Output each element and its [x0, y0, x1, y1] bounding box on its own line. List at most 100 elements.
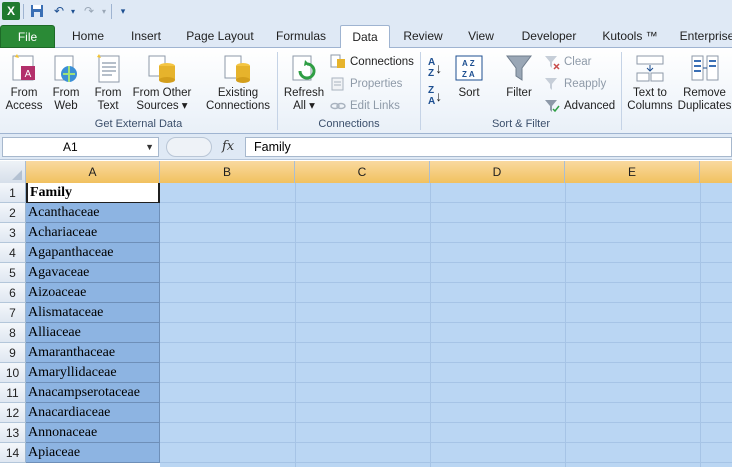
- down-arrow-icon: ↓: [435, 88, 443, 104]
- row-header[interactable]: 4: [0, 243, 26, 263]
- column-header-c[interactable]: C: [295, 161, 430, 183]
- column-header-a[interactable]: A: [26, 161, 160, 183]
- group-label-get-external-data: Get External Data: [94, 118, 183, 130]
- gridline: [160, 342, 732, 343]
- text-to-columns-icon: [635, 52, 665, 84]
- chevron-down-icon[interactable]: ▼: [145, 138, 154, 156]
- tab-insert[interactable]: Insert: [118, 25, 174, 48]
- save-icon[interactable]: [28, 2, 46, 20]
- from-other-label-2: Sources ▾: [136, 100, 188, 112]
- refresh-icon: [289, 52, 319, 84]
- tab-kutools[interactable]: Kutools ™: [594, 25, 666, 48]
- row-header[interactable]: 1: [0, 183, 26, 203]
- refresh-all-button[interactable]: Refresh All ▾: [282, 50, 326, 113]
- web-globe-icon: [51, 52, 81, 84]
- from-web-button[interactable]: From Web: [46, 50, 86, 113]
- properties-button[interactable]: Properties: [330, 74, 402, 94]
- gridline: [160, 202, 732, 203]
- formula-bar: A1 ▼ fx Family: [0, 134, 732, 160]
- edit-links-button[interactable]: Edit Links: [330, 96, 400, 116]
- svg-text:A: A: [25, 69, 32, 80]
- cell-column-a[interactable]: Alliaceae: [26, 323, 160, 343]
- worksheet-grid[interactable]: A B C D E 1 Family 2 Acanthaceae 3 Achariacea…: [0, 161, 732, 467]
- funnel-icon: [504, 52, 534, 84]
- excel-logo-icon[interactable]: X: [2, 2, 20, 20]
- row-header[interactable]: 13: [0, 423, 26, 443]
- existing-connections-button[interactable]: Existing Connections: [202, 50, 274, 113]
- column-header-f[interactable]: [700, 161, 732, 183]
- column-headers: A B C D E: [0, 161, 732, 183]
- cell-column-a[interactable]: Aizoaceae: [26, 283, 160, 303]
- sort-button[interactable]: A Z Z A Sort: [450, 50, 488, 100]
- formula-input[interactable]: Family: [245, 137, 732, 157]
- cell-a1-header[interactable]: Family: [26, 183, 160, 203]
- gridline: [160, 382, 732, 383]
- chain-link-icon: [330, 98, 346, 114]
- row-header[interactable]: 9: [0, 343, 26, 363]
- sort-label: Sort: [458, 87, 480, 99]
- clear-filter-button[interactable]: Clear: [544, 52, 591, 72]
- row-header[interactable]: 3: [0, 223, 26, 243]
- cell-column-a[interactable]: Achariaceae: [26, 223, 160, 243]
- ribbon-tabs: File Home Insert Page Layout Formulas Da…: [0, 24, 732, 49]
- tab-file[interactable]: File: [0, 25, 55, 48]
- sort-descending-icon: ZA: [428, 85, 436, 107]
- cell-column-a[interactable]: Agapanthaceae: [26, 243, 160, 263]
- tab-formulas[interactable]: Formulas: [268, 25, 334, 48]
- cell-column-a[interactable]: Apiaceae: [26, 443, 160, 463]
- from-text-label-2: Text: [97, 100, 119, 112]
- row-header[interactable]: 8: [0, 323, 26, 343]
- row-header[interactable]: 6: [0, 283, 26, 303]
- column-header-e[interactable]: E: [565, 161, 700, 183]
- group-label-connections: Connections: [318, 118, 380, 130]
- row-header[interactable]: 10: [0, 363, 26, 383]
- tab-enterprise[interactable]: Enterprise: [674, 25, 732, 48]
- tab-home[interactable]: Home: [60, 25, 116, 48]
- from-access-button[interactable]: A From Access: [2, 50, 46, 113]
- tab-data[interactable]: Data: [340, 25, 390, 49]
- tab-page-layout[interactable]: Page Layout: [178, 25, 262, 48]
- cell-column-a[interactable]: Annonaceae: [26, 423, 160, 443]
- row-header[interactable]: 12: [0, 403, 26, 423]
- access-icon: A: [9, 52, 39, 84]
- selected-range[interactable]: [160, 183, 732, 467]
- customize-toolbar-icon[interactable]: ▾: [114, 2, 132, 20]
- from-text-button[interactable]: From Text: [88, 50, 128, 113]
- sort-a-to-z-button[interactable]: A Z ↓: [428, 57, 442, 79]
- text-to-columns-button[interactable]: Text to Columns: [626, 50, 674, 113]
- row-header[interactable]: 2: [0, 203, 26, 223]
- gridline: [160, 302, 732, 303]
- tab-review[interactable]: Review: [396, 25, 450, 48]
- from-other-sources-button[interactable]: From Other Sources ▾: [130, 50, 194, 113]
- insert-function-icon[interactable]: fx: [222, 139, 234, 154]
- row-header[interactable]: 5: [0, 263, 26, 283]
- select-all-button[interactable]: [0, 161, 26, 183]
- row-header[interactable]: 7: [0, 303, 26, 323]
- reapply-button[interactable]: Reapply: [544, 74, 606, 94]
- cell-column-a[interactable]: Alismataceae: [26, 303, 160, 323]
- formula-bar-resize-handle[interactable]: [166, 137, 212, 157]
- tab-view[interactable]: View: [458, 25, 504, 48]
- cell-column-a[interactable]: Agavaceae: [26, 263, 160, 283]
- properties-icon: [330, 76, 346, 92]
- cell-column-a[interactable]: Amaranthaceae: [26, 343, 160, 363]
- column-header-d[interactable]: D: [430, 161, 565, 183]
- cell-column-a[interactable]: Amaryllidaceae: [26, 363, 160, 383]
- cell-column-a[interactable]: Anacardiaceae: [26, 403, 160, 423]
- filter-label: Filter: [506, 87, 532, 99]
- tab-developer[interactable]: Developer: [514, 25, 584, 48]
- advanced-filter-button[interactable]: Advanced: [544, 96, 615, 116]
- sort-z-to-a-button[interactable]: Z A ↓: [428, 85, 443, 107]
- gridline: [160, 402, 732, 403]
- remove-duplicates-button[interactable]: Remove Duplicates: [677, 50, 732, 113]
- cell-column-a[interactable]: Acanthaceae: [26, 203, 160, 223]
- text-to-columns-label-2: Columns: [627, 100, 673, 112]
- row-header[interactable]: 14: [0, 443, 26, 463]
- row-header[interactable]: 11: [0, 383, 26, 403]
- cell-column-a[interactable]: Anacampserotaceae: [26, 383, 160, 403]
- name-box[interactable]: A1 ▼: [2, 137, 159, 157]
- column-header-b[interactable]: B: [160, 161, 295, 183]
- connections-button[interactable]: Connections: [330, 52, 414, 72]
- filter-button[interactable]: Filter: [500, 50, 538, 100]
- from-other-label-1: From Other: [132, 87, 192, 99]
